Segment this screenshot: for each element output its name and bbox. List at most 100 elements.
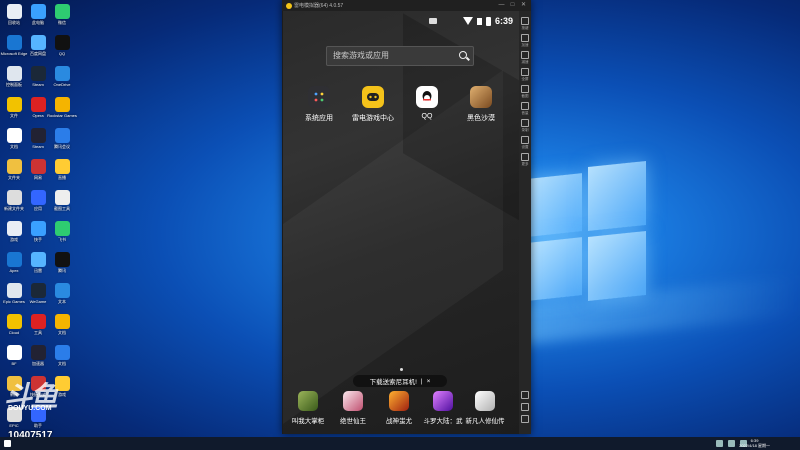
desktop-icon[interactable]: 微信 [50, 4, 74, 25]
desktop-icon[interactable]: Microsoft Edge [1, 35, 27, 56]
desktop-icon[interactable]: WeGame [26, 283, 50, 304]
side-toolbar-label: 截图 [521, 94, 529, 98]
side-toolbar-button[interactable]: 减速 [521, 51, 529, 65]
desktop-icon[interactable]: 腾讯 [50, 252, 74, 273]
emulator-title: 雷电模拟器(64) 4.0.57 [294, 3, 344, 9]
app-icon [30, 252, 46, 267]
desktop-icon[interactable]: OneDrive [50, 66, 74, 87]
desktop-icon[interactable]: Rockstar Games [47, 97, 77, 118]
download-banner-close-button[interactable]: × [427, 378, 431, 385]
dock-app[interactable]: 叫我大掌柜 [286, 391, 330, 425]
desktop-icon-label: 飞书 [58, 237, 66, 242]
emulator-window: 雷电模拟器(64) 4.0.57 — □ ✕ 6:39 系统应用 [282, 0, 531, 434]
desktop-icon[interactable]: 文档 [50, 345, 74, 366]
app-black-desert[interactable]: 黑色沙漠 [459, 86, 503, 123]
app-icon [6, 345, 22, 360]
desktop-icon[interactable]: 文档 [50, 314, 74, 335]
desktop-icon[interactable]: Steam [26, 66, 50, 87]
network-icon[interactable] [728, 440, 735, 447]
windows-logo [528, 158, 646, 310]
app-icon [54, 4, 70, 19]
side-toolbar-button[interactable]: 截图 [521, 85, 529, 99]
game-center-icon [362, 86, 384, 108]
app-icon [6, 128, 22, 143]
app-icon [30, 128, 46, 143]
desktop-icon[interactable]: QQ [50, 35, 74, 56]
side-toolbar-button[interactable]: 更多 [521, 153, 529, 167]
app-qq[interactable]: QQ [405, 86, 449, 120]
desktop-icon[interactable]: 应用 [26, 190, 50, 211]
desktop-icon[interactable]: 加速器 [26, 345, 50, 366]
desktop-icon[interactable]: 文件 [2, 97, 26, 118]
side-toolbar-label: 全屏 [521, 77, 529, 81]
app-icon [6, 97, 22, 112]
desktop-icon-label: 此电脑 [32, 20, 44, 25]
dock-app[interactable]: 新凡人修仙传 [463, 391, 507, 425]
dock-app[interactable]: 战神蚩尤 [377, 391, 421, 425]
app-icon [54, 221, 70, 236]
app-icon [54, 66, 70, 81]
desktop-icon[interactable]: Apex [2, 252, 26, 273]
app-label: QQ [421, 113, 433, 120]
minimize-button[interactable]: — [498, 2, 505, 9]
home-button[interactable] [521, 403, 529, 411]
desktop-icon-label: 文档 [58, 361, 66, 366]
recents-button[interactable] [521, 415, 529, 423]
dock-app[interactable]: 斗罗大陆：武 [421, 391, 465, 425]
desktop-icon[interactable]: BF [2, 345, 26, 366]
app-icon [54, 97, 70, 112]
desktop-icon[interactable]: 文件夹 [2, 159, 26, 180]
desktop-icon[interactable]: 工具 [26, 314, 50, 335]
side-toolbar-button[interactable]: 音量 [521, 102, 529, 116]
desktop-icon[interactable]: 新建文件夹 [2, 190, 26, 211]
desktop-icon[interactable]: Epic Games [2, 283, 26, 304]
app-label: 斗罗大陆：武 [423, 418, 463, 425]
desktop-icon[interactable]: Cloud [2, 314, 26, 335]
app-game-center[interactable]: 雷电游戏中心 [351, 86, 395, 123]
app-label: 战神蚩尤 [386, 418, 412, 425]
desktop-icon[interactable]: 直播 [50, 159, 74, 180]
desktop-icon-label: 工具 [34, 330, 42, 335]
desktop-icon[interactable]: 控制面板 [2, 66, 26, 87]
maximize-button[interactable]: □ [509, 2, 516, 9]
desktop-icon-label: 文件夹 [8, 175, 20, 180]
desktop-icon[interactable]: 快手 [26, 221, 50, 242]
search-input[interactable] [333, 50, 451, 61]
desktop-icon-label: 微信 [58, 20, 66, 25]
search-bar[interactable] [326, 46, 474, 66]
side-toolbar-button[interactable]: 全屏 [521, 68, 529, 82]
desktop-icon-label: 直播 [58, 175, 66, 180]
download-banner[interactable]: 下载送索尼耳机! | × [353, 375, 447, 387]
desktop-icon[interactable]: 截图工具 [50, 190, 74, 211]
douyu-watermark: 斗鱼 DOUYU.COM 10407517 [2, 375, 72, 441]
desktop-icon-label: 文本 [58, 299, 66, 304]
emulator-titlebar[interactable]: 雷电模拟器(64) 4.0.57 — □ ✕ [282, 0, 531, 11]
start-icon[interactable] [4, 440, 11, 447]
desktop-icon-label: Epic Games [3, 299, 25, 304]
taskbar-clock[interactable]: 6:39 2022/4/18 星期一 [739, 438, 770, 448]
side-toolbar-button[interactable]: 录制 [521, 119, 529, 133]
side-toolbar-button[interactable]: 按键 [521, 17, 529, 31]
desktop-icon[interactable]: 腾讯会议 [50, 128, 74, 149]
side-toolbar-button[interactable]: 加速 [521, 34, 529, 48]
app-system-apps[interactable]: 系统应用 [297, 86, 341, 123]
side-toolbar-label: 更多 [521, 162, 529, 166]
desktop-icon[interactable]: 网易 [26, 159, 50, 180]
side-toolbar-button[interactable]: 设置 [521, 136, 529, 150]
desktop-icon[interactable]: 此电脑 [26, 4, 50, 25]
desktop-icon[interactable]: 回收站 [2, 4, 26, 25]
desktop-icon[interactable]: 飞书 [50, 221, 74, 242]
tray-icon[interactable] [716, 440, 723, 447]
desktop-icon[interactable]: 游戏 [2, 221, 26, 242]
desktop-icon-label: 应用 [34, 206, 42, 211]
desktop-icon[interactable]: 文档 [2, 128, 26, 149]
search-icon[interactable] [459, 51, 467, 59]
back-button[interactable] [521, 391, 529, 399]
dock-app[interactable]: 绝世仙王 [331, 391, 375, 425]
desktop-icon[interactable]: 百度网盘 [26, 35, 50, 56]
app-icon [30, 97, 46, 112]
close-button[interactable]: ✕ [520, 2, 527, 9]
desktop-icon[interactable]: 文本 [50, 283, 74, 304]
desktop-icon[interactable]: 迅雷 [26, 252, 50, 273]
desktop-icon[interactable]: Steam [26, 128, 50, 149]
